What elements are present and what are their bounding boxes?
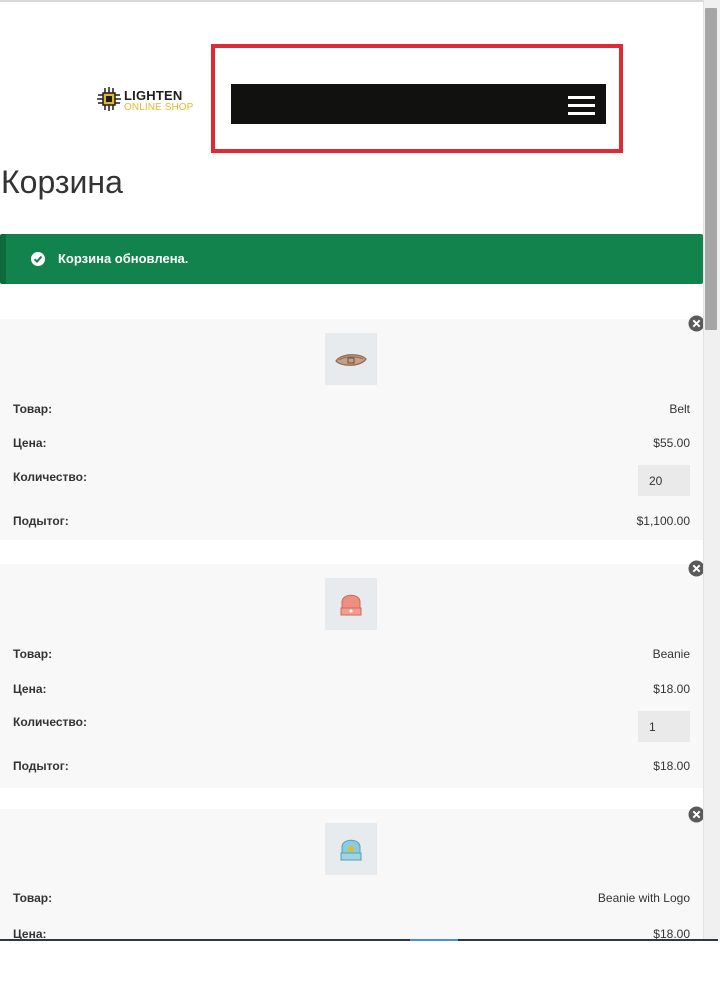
bottom-accent [410, 939, 458, 941]
navigation-bar [231, 84, 606, 124]
logo-chip-icon [97, 87, 121, 111]
beanie-icon [340, 594, 362, 616]
logo-title: LIGHTEN [124, 88, 183, 103]
product-name[interactable]: Belt [669, 402, 690, 416]
quantity-input[interactable]: 1 [638, 711, 690, 742]
browser-viewport: LIGHTEN ONLINE SHOP Корзина Корзина обно… [0, 0, 720, 941]
hamburger-menu-icon[interactable] [568, 96, 595, 115]
cart-item: Товар: Beanie with Logo Цена: $18.00 [0, 809, 703, 941]
beanie-logo-icon [340, 839, 362, 861]
quantity-value: 1 [649, 720, 656, 734]
check-circle-icon [31, 252, 45, 266]
product-name[interactable]: Beanie [653, 647, 690, 661]
cart-updated-notice: Корзина обновлена. [0, 234, 703, 284]
cart-item: Товар: Belt Цена: $55.00 Количество: 20 … [0, 319, 703, 540]
subtotal-label: Подытог: [13, 759, 69, 773]
scrollbar-thumb[interactable] [705, 8, 717, 330]
price-label: Цена: [13, 682, 47, 696]
price-label: Цена: [13, 436, 47, 450]
product-label: Товар: [13, 891, 53, 905]
price-value: $55.00 [653, 436, 690, 450]
quantity-input[interactable]: 20 [638, 465, 690, 496]
belt-icon [335, 354, 367, 366]
product-thumbnail[interactable] [325, 333, 377, 385]
subtotal-label: Подытог: [13, 514, 69, 528]
product-label: Товар: [13, 402, 53, 416]
subtotal-value: $18.00 [653, 759, 690, 773]
price-value: $18.00 [653, 682, 690, 696]
product-thumbnail[interactable] [325, 823, 377, 875]
cart-item: Товар: Beanie Цена: $18.00 Количество: 1… [0, 564, 703, 788]
bottom-divider [0, 939, 718, 941]
shop-logo[interactable]: LIGHTEN ONLINE SHOP [96, 84, 202, 116]
notice-message: Корзина обновлена. [58, 251, 189, 266]
product-label: Товар: [13, 647, 53, 661]
quantity-label: Количество: [13, 470, 87, 484]
page-title: Корзина [1, 164, 123, 200]
top-edge [0, 0, 703, 2]
product-name[interactable]: Beanie with Logo [598, 891, 690, 905]
quantity-label: Количество: [13, 715, 87, 729]
quantity-value: 20 [649, 474, 663, 488]
product-thumbnail[interactable] [325, 578, 377, 630]
logo-subtitle: ONLINE SHOP [124, 102, 194, 113]
subtotal-value: $1,100.00 [636, 514, 690, 528]
